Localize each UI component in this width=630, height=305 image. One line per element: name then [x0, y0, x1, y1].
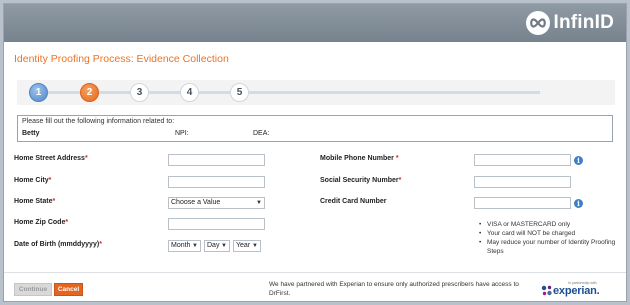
info-note: Please fill out the following informatio…: [22, 118, 175, 125]
dob-month-select[interactable]: Month ▼: [168, 240, 201, 252]
experian-wordmark: experian.: [553, 285, 600, 297]
info-icon[interactable]: i: [574, 199, 583, 208]
chevron-down-icon: ▼: [256, 200, 262, 206]
list-item: Your card will NOT be charged: [478, 229, 626, 238]
partner-note: We have partnered with Experian to ensur…: [269, 281, 519, 297]
experian-logo: In partnership with experian.: [541, 281, 611, 301]
cancel-button[interactable]: Cancel: [54, 283, 83, 296]
list-item: May reduce your number of Identity Proof…: [478, 238, 626, 256]
card-label: Credit Card Number: [320, 198, 387, 205]
dea-label: DEA:: [253, 130, 270, 137]
card-notes: VISA or MASTERCARD only Your card will N…: [478, 220, 626, 256]
step-5: 5: [230, 83, 249, 102]
prescriber-name: Betty: [22, 130, 40, 137]
logo-text: InfinID: [553, 12, 614, 33]
infinid-logo: InfinID: [525, 11, 615, 35]
continue-button[interactable]: Continue: [14, 283, 52, 296]
identity-proofing-window: InfinID Identity Proofing Process: Evide…: [3, 3, 627, 302]
ssn-label: Social Security Number*: [320, 177, 402, 184]
step-1: 1: [29, 83, 48, 102]
chevron-down-icon: ▼: [192, 243, 198, 249]
card-input[interactable]: [474, 197, 571, 209]
zip-label: Home Zip Code*: [14, 219, 69, 226]
info-icon[interactable]: i: [574, 156, 583, 165]
state-select-value: Choose a Value: [171, 199, 221, 206]
zip-input[interactable]: [168, 218, 265, 230]
page-title: Identity Proofing Process: Evidence Coll…: [14, 53, 229, 65]
city-input[interactable]: [168, 176, 265, 188]
state-select[interactable]: Choose a Value ▼: [168, 197, 265, 209]
prescriber-info-box: Please fill out the following informatio…: [17, 115, 613, 142]
dob-label: Date of Birth (mmddyyyy)*: [14, 241, 102, 248]
step-4: 4: [180, 83, 199, 102]
progress-track: [35, 91, 540, 94]
mobile-input[interactable]: [474, 154, 571, 166]
header-bar: InfinID: [4, 4, 626, 42]
dob-year-select[interactable]: Year ▼: [233, 240, 261, 252]
city-label: Home City*: [14, 177, 52, 184]
list-item: VISA or MASTERCARD only: [478, 220, 626, 229]
ssn-input[interactable]: [474, 176, 571, 188]
step-3: 3: [130, 83, 149, 102]
infinity-icon: [525, 11, 550, 35]
step-2: 2: [80, 83, 99, 102]
street-label: Home Street Address*: [14, 155, 88, 162]
npi-label: NPI:: [175, 130, 189, 137]
chevron-down-icon: ▼: [252, 243, 258, 249]
dob-day-select[interactable]: Day ▼: [204, 240, 230, 252]
experian-dots-icon: [541, 285, 552, 296]
footer-divider: [4, 272, 626, 273]
mobile-label: Mobile Phone Number *: [320, 155, 399, 162]
state-label: Home State*: [14, 198, 56, 205]
chevron-down-icon: ▼: [221, 243, 227, 249]
progress-steps: 1 2 3 4 5: [17, 80, 615, 105]
street-input[interactable]: [168, 154, 265, 166]
